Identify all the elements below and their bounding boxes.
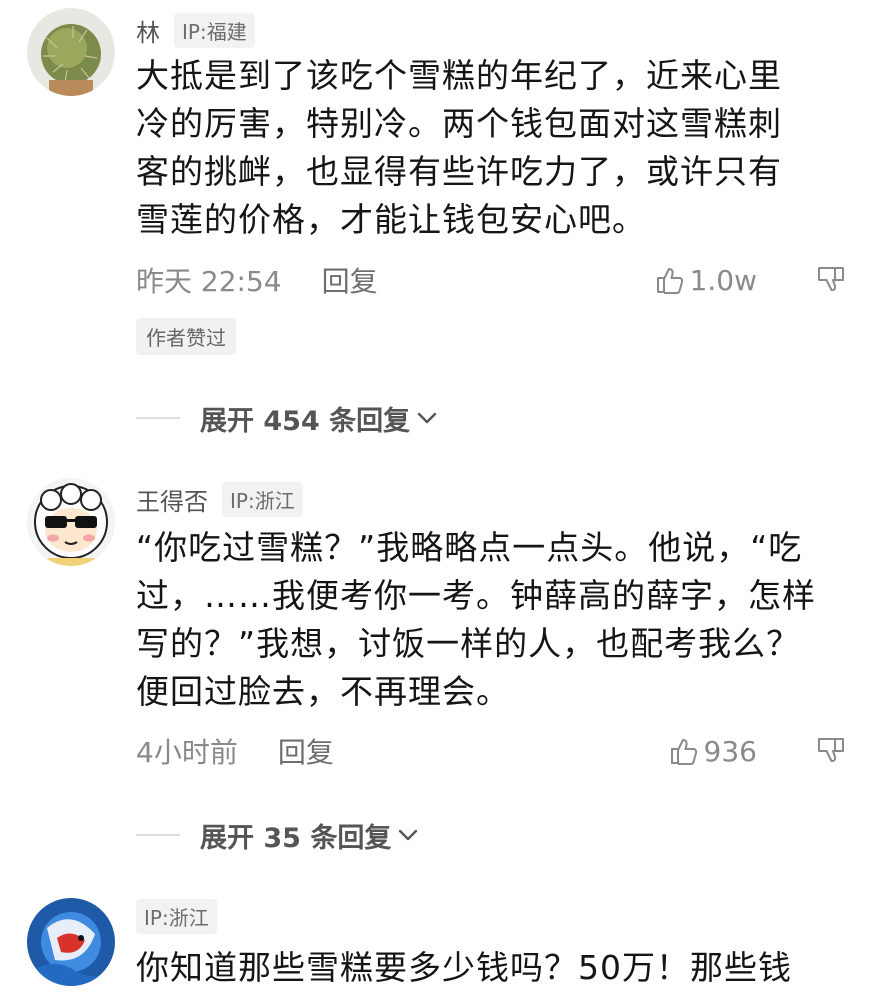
comment-text-line: 写的？”我想，讨饭一样的人，也配考我么？ xyxy=(136,624,801,663)
comment-header: 王得否 IP:浙江 xyxy=(136,481,303,517)
expand-replies-label[interactable]: 展开 35 条回复 xyxy=(200,816,391,855)
comment-header: 林 IP:福建 xyxy=(136,12,255,48)
username[interactable]: 王得否 xyxy=(136,482,208,517)
expand-replies-button[interactable]: 展开 454 条回复 xyxy=(136,398,440,438)
comment-text: 大抵是到了该吃个雪糕的年纪了，近来心里 冷的厉害，特别冷。两个钱包面对这雪糕刺 … xyxy=(136,52,841,244)
author-liked-badge: 作者赞过 xyxy=(136,318,236,355)
divider-line xyxy=(136,834,180,836)
comment-text-line: 过，……我便考你一考。钟薛高的薛字，怎样 xyxy=(136,576,816,615)
expand-replies-label[interactable]: 展开 454 条回复 xyxy=(200,399,410,438)
thumbs-down-icon xyxy=(818,738,844,762)
reply-button[interactable]: 回复 xyxy=(278,731,334,771)
expand-replies-button[interactable]: 展开 35 条回复 xyxy=(136,815,421,855)
sheep-sunglasses-avatar-image xyxy=(27,478,115,566)
divider-line xyxy=(136,417,180,419)
dislike-button[interactable] xyxy=(815,264,847,296)
comment-text-line: 客的挑衅，也显得有些许吃力了，或许只有 xyxy=(136,152,782,191)
like-count: 936 xyxy=(703,734,757,768)
thumbs-up-icon xyxy=(656,268,683,294)
comment-text-line: “你吃过雪糕？”我略略点一点头。他说，“吃 xyxy=(136,528,803,567)
comment-text-line: 便回过脸去，不再理会。 xyxy=(136,672,510,711)
comment-meta: 昨天 22:54 回复 1.0w xyxy=(136,260,847,300)
like-button[interactable]: 1.0w xyxy=(654,264,757,297)
avatar[interactable] xyxy=(27,8,115,96)
ip-location-badge: IP:福建 xyxy=(174,12,255,48)
timestamp: 4小时前 xyxy=(136,736,238,769)
comment-text-line: 雪莲的价格，才能让钱包安心吧。 xyxy=(136,200,646,239)
comment-text: 你知道那些雪糕要多少钱吗？50万！那些钱 xyxy=(136,944,841,992)
koi-art-avatar-image xyxy=(27,898,115,986)
chevron-down-icon xyxy=(417,412,437,424)
thumbs-up-icon xyxy=(670,739,697,765)
ip-location-badge: IP:浙江 xyxy=(136,898,217,934)
reply-button[interactable]: 回复 xyxy=(322,260,378,300)
avatar[interactable] xyxy=(27,898,115,986)
like-button[interactable]: 936 xyxy=(668,735,757,768)
cactus-avatar-image xyxy=(27,8,115,96)
comment-text-line: 你知道那些雪糕要多少钱吗？50万！那些钱 xyxy=(136,948,792,987)
comment-header: IP:浙江 xyxy=(136,898,217,934)
comment-text: “你吃过雪糕？”我略略点一点头。他说，“吃 过，……我便考你一考。钟薛高的薛字，… xyxy=(136,524,841,716)
like-count: 1.0w xyxy=(689,263,757,297)
thumbs-down-icon xyxy=(818,267,844,291)
dislike-button[interactable] xyxy=(815,735,847,767)
chevron-down-icon xyxy=(399,829,418,841)
ip-location-badge: IP:浙江 xyxy=(222,481,303,517)
timestamp: 昨天 22:54 xyxy=(136,265,282,298)
username[interactable]: 林 xyxy=(136,13,160,48)
avatar[interactable] xyxy=(27,478,115,566)
comment-text-line: 大抵是到了该吃个雪糕的年纪了，近来心里 xyxy=(136,56,782,95)
comment-text-line: 冷的厉害，特别冷。两个钱包面对这雪糕刺 xyxy=(136,104,782,143)
comment-meta: 4小时前 回复 936 xyxy=(136,731,847,771)
